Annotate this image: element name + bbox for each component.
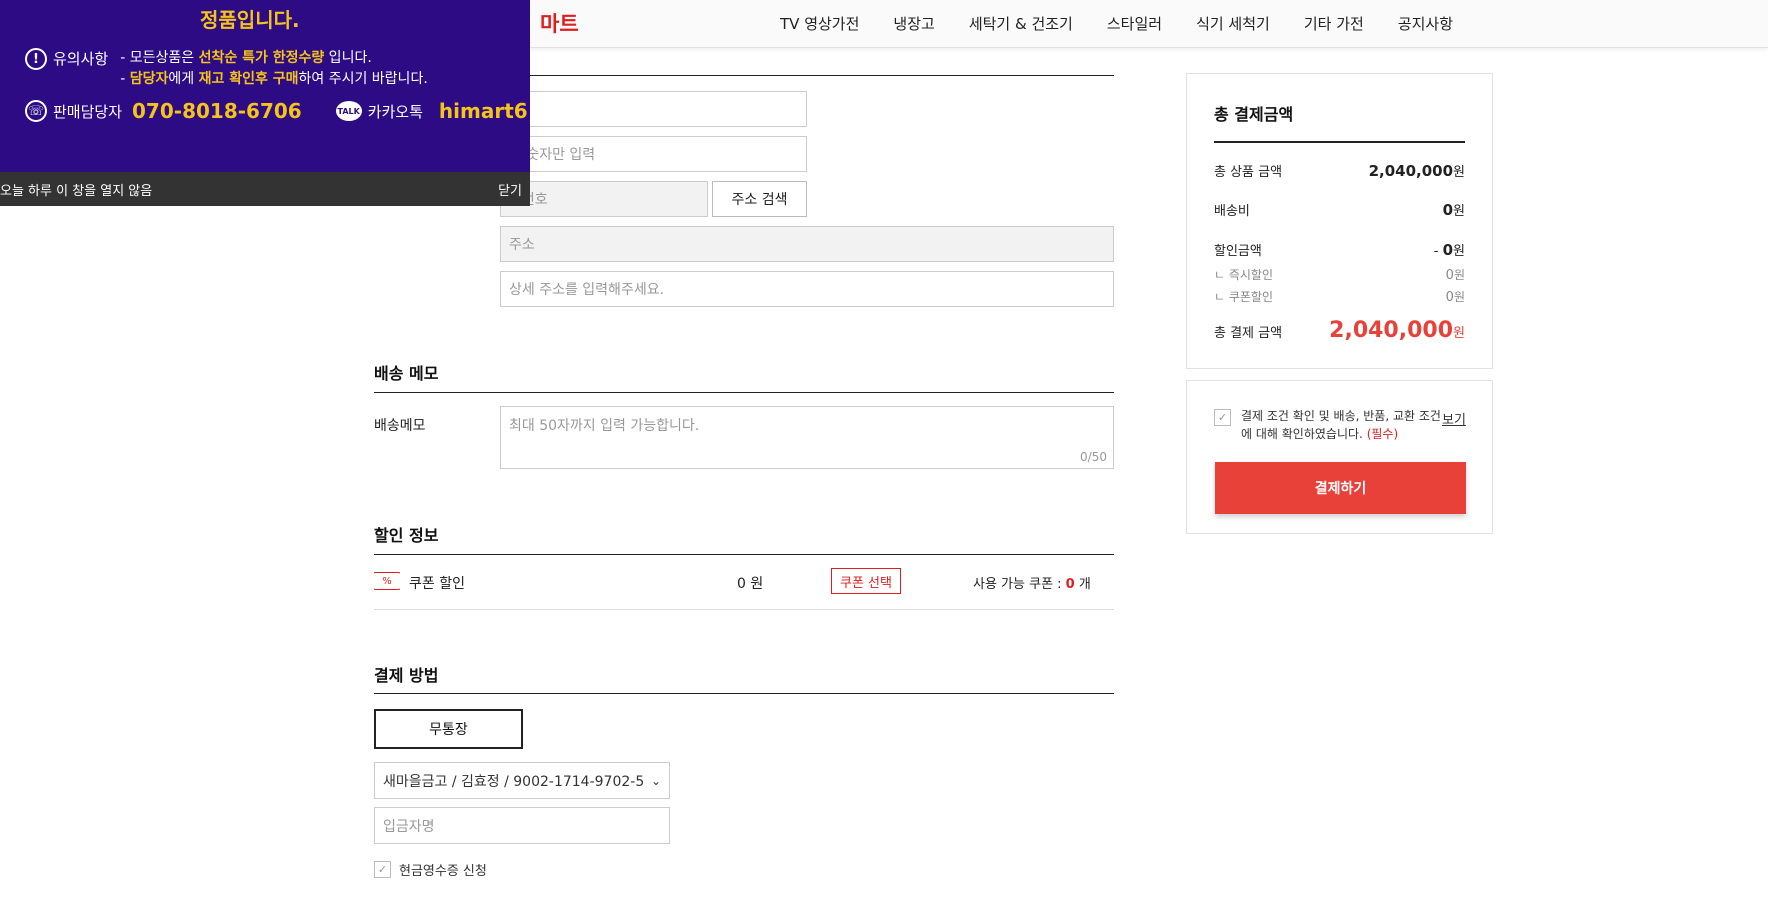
bank-account-selected: 새마을금고 / 김효정 / 9002-1714-9702-5: [383, 773, 645, 790]
memo-divider: [374, 392, 1114, 393]
cash-receipt-checkbox[interactable]: ✓: [374, 861, 391, 878]
bank-account-select[interactable]: 새마을금고 / 김효정 / 9002-1714-9702-5 ⌄: [374, 762, 670, 799]
nav-dishwasher[interactable]: 식기 세척기: [1196, 13, 1270, 34]
summary-instant-row: ㄴ 즉시할인 0원: [1214, 268, 1465, 283]
agree-checkbox[interactable]: ✓: [1214, 409, 1231, 426]
site-logo[interactable]: 마트: [540, 8, 579, 38]
dont-show-today-link[interactable]: 오늘 하루 이 창을 열지 않음: [0, 180, 152, 199]
coupon-label: 쿠폰 할인: [409, 576, 465, 592]
nav-styler[interactable]: 스타일러: [1107, 13, 1162, 34]
agreement-box: ✓ 결제 조건 확인 및 배송, 반품, 교환 조건에 대해 확인하였습니다. …: [1186, 380, 1493, 534]
memo-textarea[interactable]: 최대 50자까지 입력 가능합니다. 0/50: [500, 406, 1114, 469]
memo-char-count: 0/50: [1080, 450, 1107, 464]
name-input[interactable]: 름: [500, 91, 807, 127]
summary-total-row: 총 결제 금액 2,040,000원: [1214, 318, 1465, 343]
popup-notice-row: ! 유의사항 - 모든상품은 선착순 특가 한정수량 입니다. - 담당자에게 …: [25, 48, 428, 90]
detail-address-input[interactable]: 상세 주소를 입력해주세요.: [500, 271, 1114, 307]
popup-close-button[interactable]: 닫기: [498, 180, 522, 199]
seller-label: 판매담당자: [53, 102, 123, 121]
summary-coupon-row: ㄴ 쿠폰할인 0원: [1214, 290, 1465, 305]
discount-divider: [374, 554, 1114, 555]
exclamation-icon: !: [25, 48, 47, 70]
address-input[interactable]: 주소: [500, 226, 1114, 262]
headset-icon: ☏: [25, 100, 47, 122]
phone-input[interactable]: 이 숫자만 입력: [500, 136, 807, 172]
cash-receipt-label: 현금영수증 신청: [399, 864, 487, 879]
seller-phone: 070-8018-6706: [132, 99, 302, 123]
nav-refrigerator[interactable]: 냉장고: [893, 13, 934, 34]
cash-receipt-option[interactable]: ✓ 현금영수증 신청: [374, 860, 487, 879]
discount-bottom-divider: [374, 609, 1114, 610]
nav-other[interactable]: 기타 가전: [1304, 13, 1364, 34]
address-search-button[interactable]: 주소 검색: [712, 181, 807, 217]
popup-title: 정품입니다.: [200, 8, 300, 32]
pay-button[interactable]: 결제하기: [1215, 462, 1466, 514]
summary-discount-row: 할인금액 - 0원: [1214, 241, 1465, 259]
summary-shipping-row: 배송비 0원: [1214, 201, 1465, 219]
popup-contact-row: ☏ 판매담당자 070-8018-6706 TALK 카카오톡 himart6: [25, 99, 528, 123]
total-amount: 2,040,000: [1329, 318, 1454, 343]
coupon-amount: 0 원: [737, 576, 764, 592]
kakao-id: himart6: [438, 99, 528, 123]
order-summary: 총 결제금액 총 상품 금액 2,040,000원 배송비 0원 할인금액 - …: [1186, 73, 1493, 369]
discount-section-title: 할인 정보: [374, 526, 439, 545]
popup-footer: 오늘 하루 이 창을 열지 않음 닫기: [0, 172, 530, 206]
summary-divider: [1214, 141, 1465, 143]
coupon-icon: %: [374, 572, 400, 590]
popup-notice-line-1: - 모든상품은 선착순 특가 한정수량 입니다.: [120, 50, 372, 66]
summary-title: 총 결제금액: [1214, 105, 1294, 124]
notice-popup: 정품입니다. ! 유의사항 - 모든상품은 선착순 특가 한정수량 입니다. -…: [0, 0, 530, 206]
nav-washer-dryer[interactable]: 세탁기 & 건조기: [969, 13, 1073, 34]
bank-transfer-button[interactable]: 무통장: [374, 709, 523, 749]
zipcode-input[interactable]: 편번호: [500, 181, 708, 217]
nav-notice[interactable]: 공지사항: [1398, 13, 1453, 34]
depositor-name-input[interactable]: 입금자명: [374, 807, 670, 844]
coupon-select-button[interactable]: 쿠폰 선택: [831, 568, 901, 594]
kakao-label: 카카오톡: [367, 102, 423, 121]
popup-notice-lines: - 모든상품은 선착순 특가 한정수량 입니다. - 담당자에게 재고 확인후 …: [120, 48, 428, 90]
view-terms-link[interactable]: 보기: [1442, 409, 1466, 428]
payment-divider: [374, 693, 1114, 694]
popup-notice-line-2: - 담당자에게 재고 확인후 구매하여 주시기 바랍니다.: [120, 71, 428, 87]
memo-label: 배송메모: [374, 418, 426, 434]
available-coupons: 사용 가능 쿠폰 : 0 개: [973, 577, 1091, 592]
nav-tv[interactable]: TV 영상가전: [780, 13, 859, 34]
main-nav: TV 영상가전 냉장고 세탁기 & 건조기 스타일러 식기 세척기 기타 가전 …: [780, 13, 1487, 34]
payment-section-title: 결제 방법: [374, 666, 439, 685]
summary-product-row: 총 상품 금액 2,040,000원: [1214, 162, 1465, 180]
agree-text: 결제 조건 확인 및 배송, 반품, 교환 조건에 대해 확인하였습니다. (필…: [1241, 409, 1441, 441]
chevron-down-icon: ⌄: [650, 773, 661, 788]
memo-section-title: 배송 메모: [374, 364, 439, 383]
popup-notice-label: 유의사항: [53, 50, 109, 68]
memo-placeholder: 최대 50자까지 입력 가능합니다.: [509, 418, 700, 434]
kakaotalk-icon: TALK: [335, 101, 362, 121]
